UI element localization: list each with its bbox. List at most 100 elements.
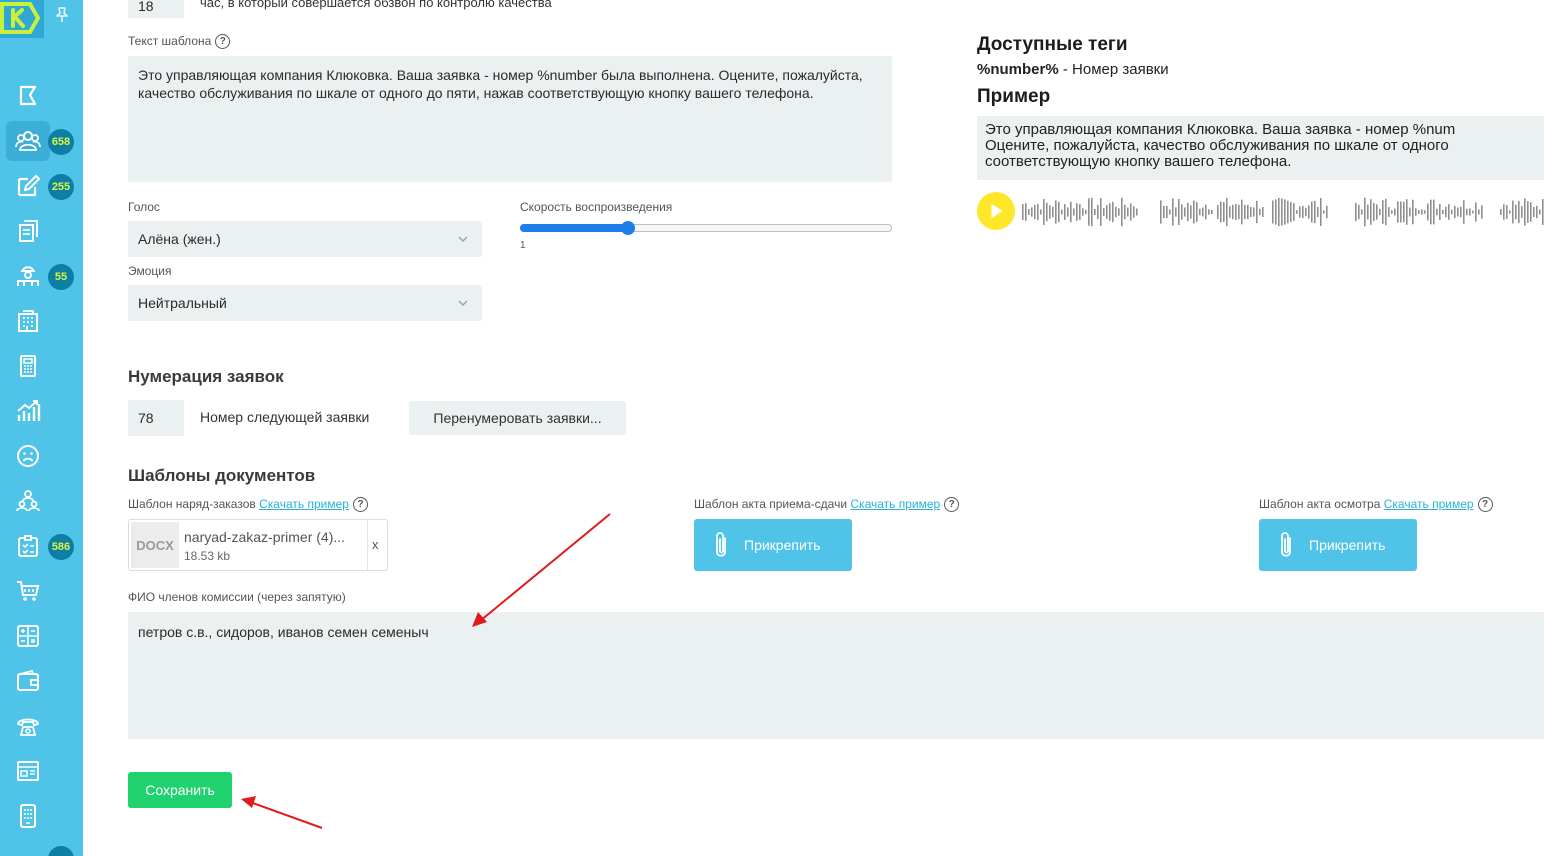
waveform-bar — [1229, 206, 1231, 218]
sidebar-item-edit[interactable] — [6, 166, 50, 206]
example-line: соответствующую кнопку вашего телефона. — [985, 153, 1292, 170]
waveform-bar — [1208, 209, 1210, 215]
waveform-bar — [1178, 199, 1180, 225]
chevron-down-icon — [458, 300, 468, 306]
waveform-bar — [1281, 198, 1283, 226]
sidebar-item-complaints[interactable] — [6, 436, 50, 476]
logo[interactable] — [0, 0, 44, 38]
waveform-bar — [1112, 201, 1114, 223]
next-number-input[interactable]: 78 — [128, 400, 184, 436]
waveform-bar — [1103, 208, 1105, 216]
waveform-bar — [1403, 201, 1405, 223]
waveform-bar — [1448, 204, 1450, 220]
acceptance-attach-button[interactable]: Прикрепить — [694, 519, 852, 571]
waveform-bar — [1397, 201, 1399, 223]
checklist-icon — [18, 535, 38, 557]
sidebar-item-team[interactable] — [6, 481, 50, 521]
sidebar-item-cart[interactable] — [6, 571, 50, 611]
speed-slider[interactable] — [520, 221, 892, 235]
emotion-select[interactable]: Нейтральный — [128, 285, 482, 321]
waveform-bar — [1287, 200, 1289, 224]
sidebar-item-wallet[interactable] — [6, 661, 50, 701]
attach-label: Прикрепить — [1309, 537, 1386, 553]
sad-face-icon — [17, 445, 39, 467]
waveform-bar — [1235, 204, 1237, 220]
waveform-bar — [1478, 209, 1480, 215]
work-order-label: Шаблон наряд-заказов — [128, 497, 256, 511]
waveform-bar — [1088, 198, 1090, 226]
sidebar-item-flag[interactable] — [6, 76, 50, 116]
waveform-bar — [1308, 205, 1310, 219]
acceptance-download-link[interactable]: Скачать пример — [850, 497, 940, 511]
speed-slider-thumb[interactable] — [621, 221, 635, 235]
help-icon[interactable]: ? — [215, 34, 231, 50]
waveform-bar — [1124, 204, 1126, 220]
help-icon[interactable]: ? — [1477, 497, 1493, 513]
renumber-button[interactable]: Перенумеровать заявки... — [409, 401, 626, 435]
save-button[interactable]: Сохранить — [128, 772, 232, 808]
waveform-bar — [1415, 208, 1417, 216]
waveform-bar — [1190, 205, 1192, 219]
pin-icon[interactable] — [52, 5, 72, 25]
tag-number: %number% — [977, 61, 1059, 78]
waveform-bar — [1058, 201, 1060, 223]
sidebar-item-chart[interactable] — [6, 391, 50, 431]
waveform-bar — [1284, 199, 1286, 225]
waveform-bar — [1290, 202, 1292, 222]
waveform-bar — [1326, 205, 1328, 219]
waveform-bar — [1061, 209, 1063, 215]
sidebar-item-building[interactable] — [6, 301, 50, 341]
waveform-bar — [1521, 206, 1523, 218]
voice-select[interactable]: Алёна (жен.) — [128, 221, 482, 257]
waveform-bar — [1317, 207, 1319, 217]
work-order-download-link[interactable]: Скачать пример — [259, 497, 349, 511]
waveform-bar — [1136, 208, 1138, 216]
waveform-bar — [1518, 200, 1520, 224]
help-icon[interactable]: ? — [352, 497, 368, 513]
template-textarea[interactable]: Это управляющая компания Клюковка. Ваша … — [128, 56, 892, 182]
waveform-bar — [1364, 197, 1366, 227]
waveform-bar — [1361, 209, 1363, 215]
template-text-label: Текст шаблона — [128, 34, 212, 48]
wallet-icon — [17, 669, 39, 691]
waveform-bar — [1367, 204, 1369, 220]
paperclip-icon — [1281, 532, 1291, 557]
waveform-bar — [1512, 200, 1514, 224]
sidebar-item-calculator[interactable] — [6, 346, 50, 386]
sidebar-item-mobile[interactable] — [6, 796, 50, 836]
sidebar-item-users[interactable] — [6, 121, 50, 161]
sidebar-item-checklist[interactable] — [6, 526, 50, 566]
play-button[interactable] — [977, 192, 1015, 230]
sidebar-item-worker[interactable] — [6, 256, 50, 296]
waveform-bar — [1100, 198, 1102, 226]
waveform-bar — [1091, 197, 1093, 227]
waveform-bar — [1223, 202, 1225, 222]
badge-worker: 55 — [48, 264, 74, 290]
inspection-download-link[interactable]: Скачать пример — [1384, 497, 1474, 511]
sidebar-item-newspaper[interactable] — [6, 751, 50, 791]
call-hour-input[interactable]: 18 — [128, 0, 184, 18]
audio-waveform[interactable] — [1022, 194, 1544, 230]
waveform-bar — [1118, 208, 1120, 216]
waveform-bar — [1046, 202, 1048, 222]
waveform-bar — [1040, 209, 1042, 215]
commission-textarea[interactable]: петров с.в., сидоров, иванов семен семен… — [128, 612, 1544, 739]
sidebar-item-phone[interactable] — [6, 706, 50, 746]
waveform-bar — [1536, 205, 1538, 219]
waveform-bar — [1064, 204, 1066, 220]
acceptance-label-row: Шаблон акта приема-сдачи Скачать пример? — [694, 497, 960, 513]
sidebar-item-documents[interactable] — [6, 211, 50, 251]
waveform-bar — [1506, 205, 1508, 219]
help-icon[interactable]: ? — [944, 497, 960, 513]
inspection-attach-button[interactable]: Прикрепить — [1259, 519, 1417, 571]
remove-file-button[interactable]: x — [372, 537, 379, 552]
waveform-bar — [1433, 199, 1435, 225]
waveform-bar — [1469, 208, 1471, 216]
work-order-file[interactable]: DOCX naryad-zakaz-primer (4)... 18.53 kb… — [128, 519, 388, 571]
call-hour-caption: час, в который совершается обзвон по кон… — [200, 0, 552, 10]
waveform-bar — [1358, 204, 1360, 220]
sidebar-item-calc-grid[interactable] — [6, 616, 50, 656]
sidebar: 658 255 55 586 — [0, 0, 83, 856]
speed-value: 1 — [520, 240, 526, 251]
waveform-bar — [1037, 203, 1039, 221]
